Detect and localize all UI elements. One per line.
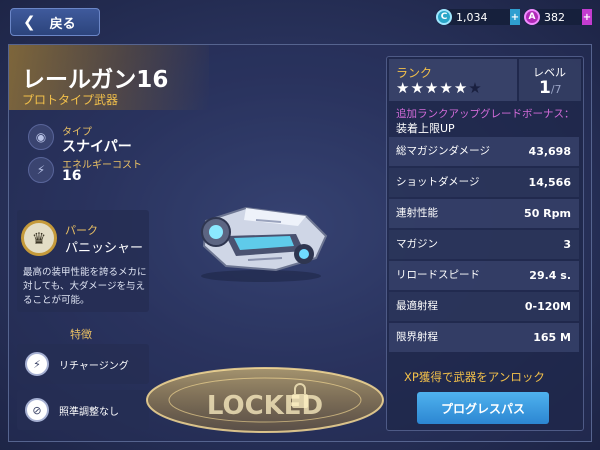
feature-no-aim[interactable]: ⊘ 照準調整なし — [17, 390, 149, 430]
stat-value: 43,698 — [528, 145, 571, 158]
perk-punisher-icon: ♛ — [21, 220, 57, 256]
stat-value: 29.4 s. — [529, 269, 571, 282]
stat-name: 限界射程 — [396, 331, 438, 343]
perk-label: パーク — [65, 224, 98, 237]
stat-value: 14,566 — [528, 176, 571, 189]
feature-label: 照準調整なし — [59, 407, 119, 418]
add-a-currency-button[interactable]: + — [582, 9, 592, 25]
add-c-currency-button[interactable]: + — [510, 9, 520, 25]
features-title: 特徴 — [70, 328, 92, 341]
currency-c-counter: C 1,034 + — [436, 9, 520, 25]
back-button-label: 戻る — [49, 16, 76, 32]
chevron-left-icon: ❮ — [23, 13, 36, 31]
perk-name: パニッシャー — [65, 241, 144, 256]
rank-stars: ★★★★★★ — [396, 79, 483, 97]
stat-value: 165 M — [533, 331, 571, 344]
crosshair-icon: ◉ — [28, 124, 54, 150]
stat-row: 最適射程 0-120M — [389, 292, 579, 321]
stat-value: 50 Rpm — [524, 207, 571, 220]
star-empty-icon: ★ — [468, 79, 483, 97]
currency-a-counter: A 382 + — [524, 9, 592, 25]
stat-name: 最適射程 — [396, 300, 438, 312]
star-filled-icon: ★ — [396, 79, 411, 97]
locked-ring: LOCKED — [146, 367, 384, 433]
bonus-value: 装着上限UP — [396, 122, 455, 135]
perk-card[interactable]: ♛ パーク パニッシャー 最高の装甲性能を誇るメカに対しても、大ダメージを与える… — [17, 210, 149, 312]
energy-cost-value: 16 — [62, 168, 82, 184]
currency-a-amount: 382 — [544, 10, 565, 24]
stat-row: 限界射程 165 M — [389, 323, 579, 352]
progress-pass-button[interactable]: プログレスパス — [417, 392, 549, 424]
level-current: 1 — [539, 78, 551, 98]
a-coin-icon: A — [524, 9, 540, 25]
stat-name: 総マガジンダメージ — [396, 145, 490, 157]
star-filled-icon: ★ — [439, 79, 454, 97]
star-filled-icon: ★ — [410, 79, 425, 97]
feature-recharging[interactable]: ⚡ リチャージング — [17, 344, 149, 384]
stat-name: マガジン — [396, 238, 438, 250]
weapon-class: プロトタイプ武器 — [22, 93, 119, 107]
back-button[interactable]: ❮ 戻る — [10, 8, 100, 36]
top-bar: ❮ 戻る C 1,034 + A 382 + — [0, 0, 600, 42]
stat-row: ショットダメージ 14,566 — [389, 168, 579, 197]
type-value: スナイパー — [62, 139, 132, 155]
no-aim-icon: ⊘ — [25, 398, 49, 422]
unlock-hint: XP獲得で武器をアンロック — [404, 370, 545, 384]
perk-description: 最高の装甲性能を誇るメカに対しても、大ダメージを与えることが可能。 — [23, 267, 147, 306]
currency-c-amount: 1,034 — [456, 10, 488, 24]
stat-value: 3 — [563, 238, 571, 251]
recharge-icon: ⚡ — [25, 352, 49, 376]
railgun-model-image — [201, 206, 328, 282]
star-filled-icon: ★ — [424, 79, 440, 97]
bonus-title: 追加ランクアップグレードボーナス： — [396, 108, 575, 120]
lightning-icon: ⚡ — [28, 157, 54, 183]
stat-row: 連射性能 50 Rpm — [389, 199, 579, 228]
stat-row: マガジン 3 — [389, 230, 579, 259]
level-max: /7 — [550, 83, 562, 96]
stat-row: 総マガジンダメージ 43,698 — [389, 137, 579, 166]
level-value: 1/7 — [539, 78, 562, 98]
stat-name: リロードスピード — [396, 269, 480, 281]
c-coin-icon: C — [436, 9, 452, 25]
feature-label: リチャージング — [59, 361, 129, 372]
star-filled-icon: ★ — [453, 79, 469, 97]
stat-name: ショットダメージ — [396, 176, 480, 188]
weapon-name: レールガン16 — [22, 67, 169, 93]
stat-value: 0-120M — [524, 300, 571, 313]
stat-row: リロードスピード 29.4 s. — [389, 261, 579, 290]
stat-name: 連射性能 — [396, 207, 438, 219]
